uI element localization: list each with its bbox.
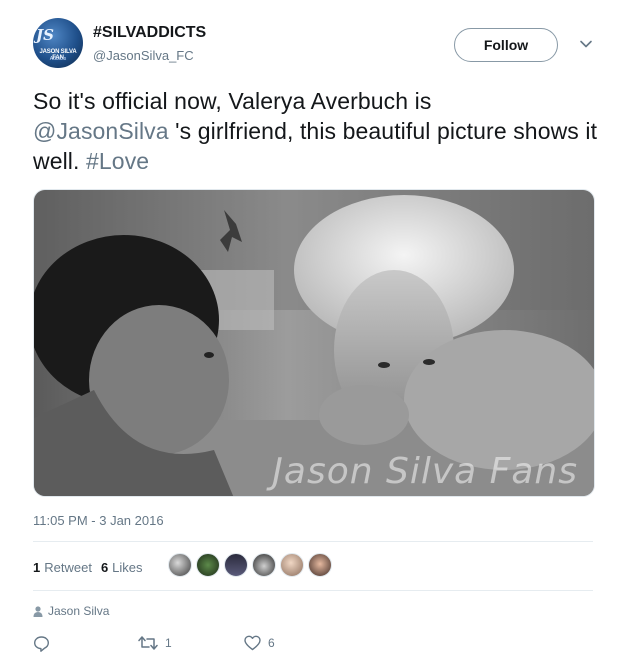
mention-link[interactable]: @JasonSilva [33, 118, 169, 144]
reply-button[interactable] [33, 635, 138, 652]
retweet-stat-label: Retweet [44, 559, 92, 575]
chevron-down-icon[interactable] [578, 36, 594, 52]
liker-avatar[interactable] [168, 553, 192, 577]
tweet-photo[interactable]: Jason Silva Fans [33, 189, 595, 497]
reply-context[interactable]: Jason Silva [33, 604, 109, 618]
liker-avatar[interactable] [280, 553, 304, 577]
tweet-actions: 1 6 [33, 634, 275, 652]
liker-avatars [168, 553, 336, 577]
retweet-count: 1 [165, 636, 172, 650]
tweet-text-part-1: So it's official now, Valerya Averbuch i… [33, 88, 432, 114]
photo-watermark: Jason Silva Fans [272, 451, 578, 492]
like-button[interactable]: 6 [244, 635, 275, 651]
liker-avatar[interactable] [252, 553, 276, 577]
tweet-timestamp[interactable]: 11:05 PM - 3 Jan 2016 [33, 513, 164, 528]
likes-stat-label: Likes [112, 559, 143, 575]
liker-avatar[interactable] [224, 553, 248, 577]
avatar-subcaption: Addicts [49, 56, 67, 62]
account-handle[interactable]: @JasonSilva_FC [93, 48, 194, 63]
like-count: 6 [268, 636, 275, 650]
follow-button[interactable]: Follow [454, 28, 558, 62]
heart-icon [244, 635, 261, 651]
reply-context-name: Jason Silva [48, 604, 110, 618]
hashtag-link[interactable]: #Love [86, 148, 149, 174]
avatar[interactable]: JS JASON SILVA FAN Addicts [33, 18, 83, 68]
retweet-stat[interactable]: 1 Retweet [33, 560, 92, 575]
liker-avatar[interactable] [196, 553, 220, 577]
tweet-text: So it's official now, Valerya Averbuch i… [33, 86, 598, 176]
retweet-icon [138, 636, 158, 650]
retweet-stat-count: 1 [33, 559, 41, 575]
likes-stat-count: 6 [100, 559, 109, 575]
divider [33, 541, 593, 542]
tweet-stats: 1 Retweet 6 Likes [33, 557, 152, 577]
likes-stat[interactable]: 6 Likes [101, 560, 143, 575]
tweet-header: JS JASON SILVA FAN Addicts #SILVADDICTS … [33, 16, 603, 76]
account-name[interactable]: #SILVADDICTS [93, 24, 206, 42]
avatar-monogram: JS [36, 26, 54, 44]
liker-avatar[interactable] [308, 553, 332, 577]
reply-icon [34, 635, 49, 652]
person-icon [33, 605, 43, 617]
divider [33, 590, 593, 591]
retweet-button[interactable]: 1 [138, 635, 244, 651]
